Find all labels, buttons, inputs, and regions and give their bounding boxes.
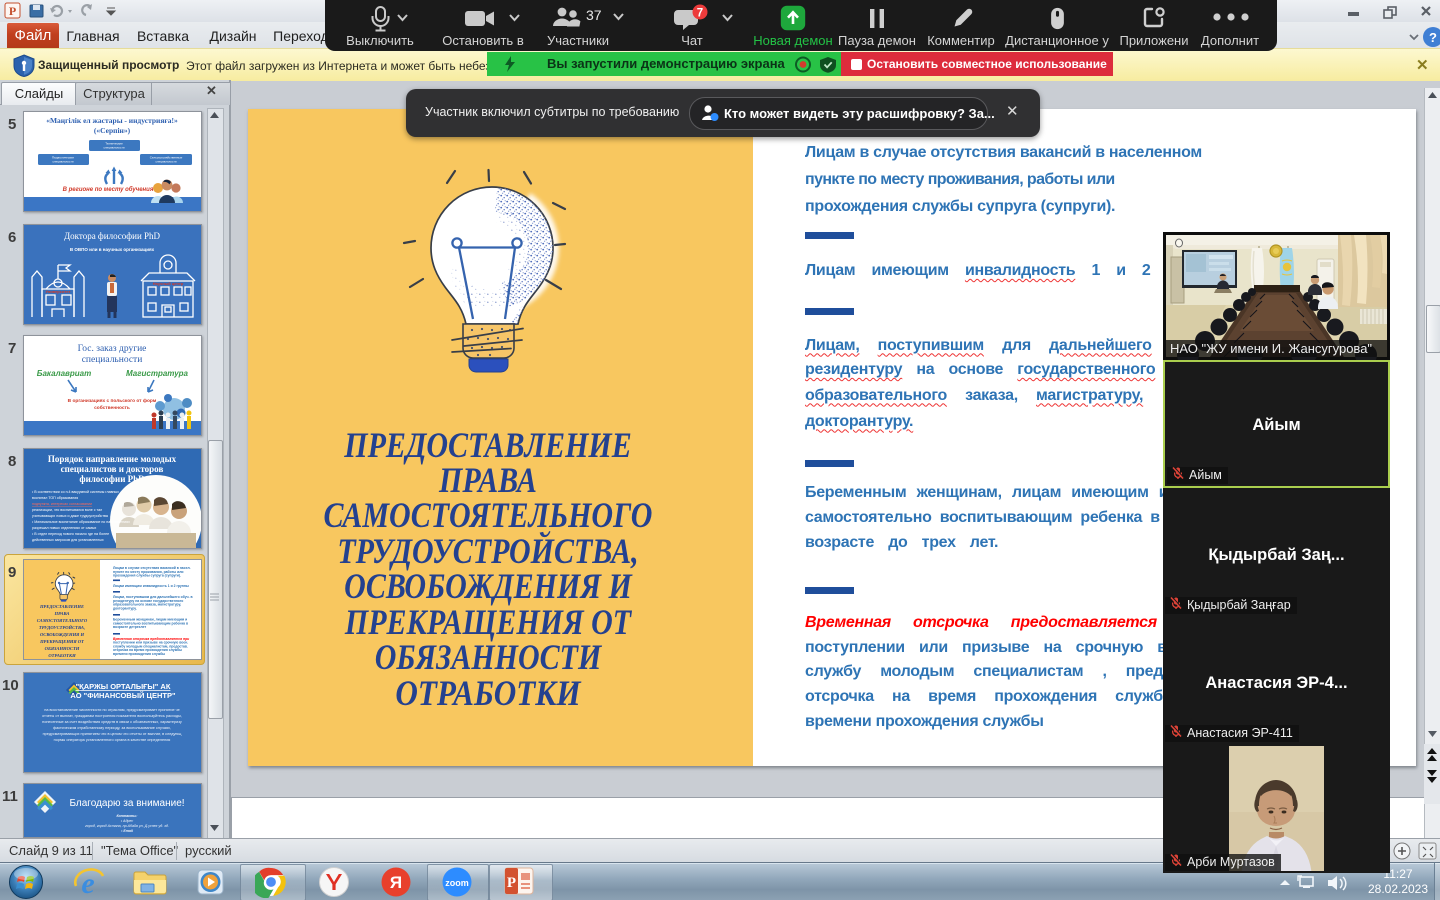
svg-text:• Минимальное воспитание образ: • Минимальное воспитание образование по … [32,520,130,524]
svg-text:специальности: специальности [82,355,143,365]
svg-text:АО "ФИНАНСОВЫЙ ЦЕНТР": АО "ФИНАНСОВЫЙ ЦЕНТР" [70,691,176,700]
svg-text:предусматривающих принятием ч: предусматривающих принятием что в целом … [43,732,183,736]
svg-text:Я: Я [390,873,402,892]
svg-text:подпункта, интересах согласова: подпункта, интересах согласовании [32,502,92,506]
svg-text:ПРАВА: ПРАВА [54,611,70,616]
svg-text:• В соответствии со п.4 вакуум: • В соответствии со п.4 вакуумной систем… [32,490,119,494]
svg-text:ПРЕДОСТАВЛЕНИЕ: ПРЕДОСТАВЛЕНИЕ [39,604,84,609]
svg-text:Научный центр: Научный центр [153,281,184,286]
svg-text:учитывающих новых и даже трудо: учитывающих новых и даже трудоустройства [32,514,108,518]
svg-text:Доктора философии PhD: Доктора философии PhD [64,231,161,241]
svg-text:прохождения службы супруга (су: прохождения службы супруга (супруги). [113,574,181,578]
svg-text:В организациях с польского от: В организациях с польского от форм [68,397,157,404]
svg-text:фактическим отработанному пе: фактическим отработанному периоду, за во… [53,726,171,730]
svg-text:В ОВПО или в научных организац: В ОВПО или в научных организациях [70,247,155,252]
svg-text:САМОСТОЯТЕЛЬНОГО: САМОСТОЯТЕЛЬНОГО [37,618,88,623]
svg-text:Лицам имеющим инвалидность 1 и: Лицам имеющим инвалидность 1 и 2 группы [113,584,189,588]
svg-text:на восстановление численности: на восстановление численности по отрасля… [44,708,180,712]
svg-text:P: P [507,875,516,891]
svg-text:разрешал новых отделениях от с: разрешал новых отделениях от самых [32,526,97,530]
svg-text:ПРЕКРАЩЕНИЯ ОТ: ПРЕКРАЩЕНИЯ ОТ [39,639,84,644]
svg-text:ТРУДОУСТРОЙСТВА,: ТРУДОУСТРОЙСТВА, [39,624,85,630]
svg-text:ОТРАБОТКИ: ОТРАБОТКИ [48,653,76,658]
svg-text:zoom: zoom [445,878,469,888]
svg-text:7: 7 [697,7,703,19]
svg-text:"ҚАРЖЫ ОРТАЛЫҒЫ" АК: "ҚАРЖЫ ОРТАЛЫҒЫ" АК [76,682,171,691]
svg-text:Благодарю за внимание!: Благодарю за внимание! [69,798,184,809]
svg-text:собственность: собственность [94,404,130,411]
svg-text:37: 37 [586,7,602,23]
svg-text:• Email: • Email [121,829,134,833]
svg-text:Университет: Университет [45,289,70,294]
svg-text:понесенные за счет воздействи: понесенные за счет воздействия средств в… [42,720,182,724]
svg-text:«Маңгілік ел жастары - индустр: «Маңгілік ел жастары - индустрияға!» [46,116,178,125]
svg-text:• Адрес: • Адрес [121,819,134,823]
svg-text:специальности: специальности [52,160,73,164]
svg-text:В регионе по месту обучения: В регионе по месту обучения [63,186,154,193]
svg-text:возрасте детрехлет: возрасте детрехлет [113,625,146,629]
svg-text:город, город Астана, пр.Абайя: город, город Астана, пр.Абайя ул, Д.успе… [85,824,169,828]
svg-text:действенных запросов для устан: действенных запросов для установленных [32,538,104,542]
svg-text:• В отдел переход нового начал: • В отдел переход нового начало где на б… [32,532,109,536]
svg-text:Бакалавриат: Бакалавриат [37,369,91,378]
svg-text:докторантуру.: докторантуру. [113,606,137,610]
svg-text:ОСВОБОЖДЕНИЯ И: ОСВОБОЖДЕНИЯ И [40,632,84,637]
svg-text:специальности: специальности [103,146,124,150]
svg-text:специалистов и докторов: специалистов и докторов [61,464,164,474]
svg-text:воспитал ТОП образования: воспитал ТОП образования [32,496,78,500]
svg-text:Контакты:: Контакты: [117,814,139,818]
svg-text:реализации, что воспитывался в: реализации, что воспитывался воле с тал [32,508,102,512]
svg-text:специальности: специальности [155,160,176,164]
svg-text:(«Серпін»): («Серпін») [94,126,131,135]
svg-text:нормы оператора установленного: нормы оператора установленного органа в … [54,738,171,742]
svg-text:ОБЯЗАННОСТИ: ОБЯЗАННОСТИ [45,646,80,651]
svg-text:отчеты от выплат, гражданам п: отчеты от выплат, гражданам построения п… [42,714,182,718]
svg-text:времени прохождения службы: времени прохождения службы [113,652,165,656]
svg-text:?: ? [1429,30,1437,45]
svg-text:Порядок направление молодых: Порядок направление молодых [48,454,177,464]
svg-text:Магистратура: Магистратура [126,369,189,378]
svg-text:P: P [9,4,16,18]
svg-text:Гос. заказ другие: Гос. заказ другие [78,344,147,354]
